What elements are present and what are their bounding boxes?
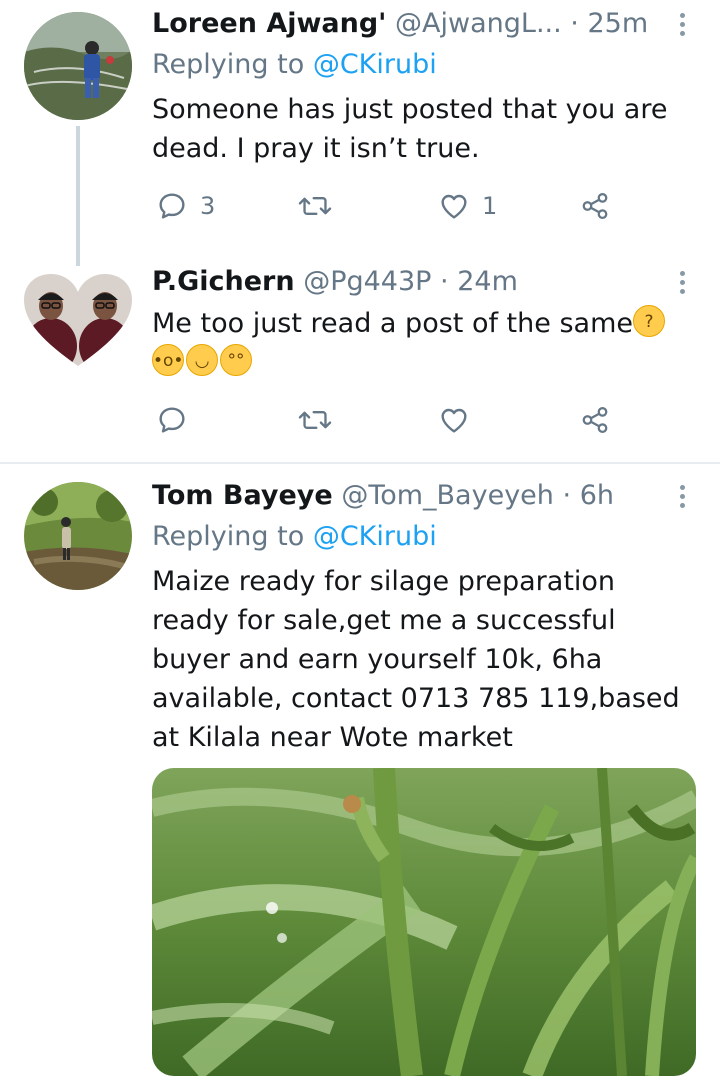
user-handle[interactable]: @Tom_Bayeyeh [341, 480, 554, 511]
reply-icon [159, 193, 185, 219]
heart-icon [441, 194, 467, 219]
like-count: 1 [482, 192, 498, 220]
retweet-button[interactable] [298, 184, 344, 228]
hushed-face-icon: •o• [152, 344, 184, 376]
tweet-header: Tom Bayeye @Tom_Bayeyeh · 6h [152, 478, 660, 514]
like-button[interactable] [438, 398, 470, 442]
display-name[interactable]: Loreen Ajwang' [152, 8, 386, 39]
tweet-gichern[interactable]: P.Gichern @Pg443P · 24m Me too just read… [0, 262, 720, 462]
tweet-actions [152, 398, 622, 442]
profile-photo-icon [24, 12, 132, 120]
retweet-button[interactable] [298, 398, 332, 442]
reply-button[interactable] [156, 398, 188, 442]
timestamp[interactable]: 6h [580, 480, 614, 511]
tweet-text-content: Me too just read a post of the same [152, 308, 633, 339]
profile-photo-icon [24, 482, 132, 590]
replying-to-mention[interactable]: @CKirubi [313, 521, 437, 552]
heart-icon [441, 408, 467, 433]
more-vertical-icon[interactable] [672, 264, 692, 300]
replying-to: Replying to @CKirubi [152, 47, 437, 83]
maize-field-photo-icon [152, 768, 696, 1076]
timestamp[interactable]: 24m [457, 266, 518, 297]
tweet-text: Me too just read a post of the same? •o•… [152, 304, 690, 382]
tweet-loreen[interactable]: Loreen Ajwang' @AjwangL... · 25m Replyin… [0, 0, 720, 270]
separator: · [440, 266, 449, 297]
thinking-face-icon: ? [632, 305, 665, 337]
tweet-media-photo[interactable] [152, 768, 696, 1076]
more-vertical-icon[interactable] [672, 6, 692, 42]
eye-roll-face-icon: °° [220, 344, 252, 376]
timestamp[interactable]: 25m [587, 8, 648, 39]
thread-connector-line [76, 126, 80, 266]
avatar[interactable] [24, 272, 132, 380]
share-icon [582, 193, 608, 219]
reply-icon [159, 407, 185, 433]
tweet-header: P.Gichern @Pg443P · 24m [152, 264, 660, 300]
tweet-actions: 3 1 [152, 184, 622, 228]
avatar[interactable] [24, 12, 132, 120]
like-button[interactable]: 1 [438, 184, 497, 228]
retweet-icon [298, 410, 332, 430]
more-vertical-icon[interactable] [672, 478, 692, 514]
display-name[interactable]: Tom Bayeye [152, 480, 333, 511]
tweet-feed: Loreen Ajwang' @AjwangL... · 25m Replyin… [0, 0, 720, 1080]
tweet-text: Maize ready for silage preparation ready… [152, 566, 680, 753]
tweet-text: Someone has just posted that you are dea… [152, 94, 668, 164]
user-handle[interactable]: @AjwangL... [395, 8, 562, 39]
smirking-face-icon: ◡ [186, 344, 218, 376]
reply-count: 3 [200, 192, 216, 220]
heart-shaped-profile-photo-icon [24, 274, 132, 366]
replying-to-label: Replying to [152, 49, 305, 80]
tweet-header: Loreen Ajwang' @AjwangL... · 25m [152, 6, 660, 42]
retweet-icon [298, 196, 332, 216]
display-name[interactable]: P.Gichern [152, 266, 295, 297]
share-button[interactable] [580, 184, 610, 228]
avatar[interactable] [24, 482, 132, 590]
replying-to-label: Replying to [152, 521, 305, 552]
separator: · [562, 480, 572, 511]
user-handle[interactable]: @Pg443P [303, 266, 431, 297]
reply-button[interactable]: 3 [156, 184, 215, 228]
replying-to-mention[interactable]: @CKirubi [313, 49, 437, 80]
replying-to: Replying to @CKirubi [152, 519, 437, 555]
share-button[interactable] [580, 398, 610, 442]
share-icon [582, 407, 608, 433]
separator: · [570, 8, 579, 39]
